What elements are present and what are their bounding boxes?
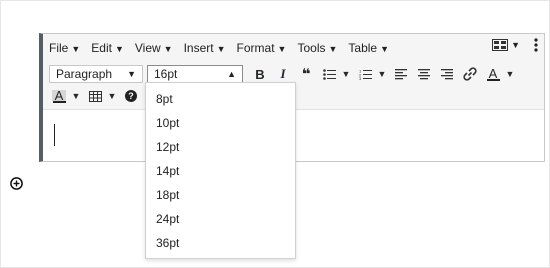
font-size-option[interactable]: 14pt [146, 159, 295, 183]
chevron-down-icon[interactable]: ▼ [340, 64, 352, 84]
help-glyph: ? [125, 90, 137, 102]
chevron-down-icon[interactable]: ▼ [504, 64, 516, 84]
table-grid-icon [492, 39, 509, 51]
chevron-down-icon: ▼ [114, 44, 124, 54]
chevron-down-icon[interactable]: ▼ [70, 86, 82, 106]
link-icon[interactable] [460, 64, 480, 84]
menu-tools[interactable]: Tools ▼ [297, 41, 337, 55]
font-size-option[interactable]: 8pt [146, 87, 295, 111]
chevron-up-icon: ▲ [227, 69, 236, 79]
menu-right: ▼ [492, 38, 538, 52]
italic-icon[interactable]: I [273, 64, 293, 84]
svg-text:3: 3 [359, 76, 362, 80]
numbered-list-icon[interactable]: 123 [355, 64, 375, 84]
text-color-icon[interactable]: A [483, 64, 503, 84]
align-right-icon[interactable] [437, 64, 457, 84]
bold-icon[interactable]: B [250, 64, 270, 84]
chevron-down-icon[interactable]: ▼ [376, 64, 388, 84]
kebab-icon[interactable] [534, 38, 538, 52]
text-cursor [54, 124, 55, 146]
chevron-down-icon: ▼ [216, 44, 226, 54]
chevron-down-icon: ▼ [380, 44, 390, 54]
menu-insert[interactable]: Insert ▼ [184, 41, 226, 55]
chevron-down-icon[interactable]: ▼ [106, 86, 118, 106]
help-icon[interactable]: ? [121, 86, 141, 106]
toolbar-row-2: A ▼ ▼ ? [49, 86, 141, 106]
chevron-down-icon: ▼ [163, 44, 173, 54]
format-select-value: Paragraph [56, 67, 113, 81]
menu-file[interactable]: File ▼ [49, 41, 80, 55]
font-size-dropdown: 8pt 10pt 12pt 14pt 18pt 24pt 36pt [145, 82, 296, 259]
background-color-icon[interactable]: A [49, 86, 69, 106]
text-color-glyph: A [488, 65, 498, 81]
chevron-down-icon: ▼ [328, 44, 338, 54]
align-center-icon[interactable] [414, 64, 434, 84]
bullet-list-icon[interactable] [319, 64, 339, 84]
text-color-swatch [486, 78, 500, 81]
font-size-select[interactable]: 16pt ▲ [147, 65, 243, 83]
menubar: File ▼ Edit ▼ View ▼ Insert ▼ Format ▼ Tools ▼… [49, 39, 400, 57]
font-size-option[interactable]: 18pt [146, 183, 295, 207]
bg-color-swatch [52, 100, 66, 103]
menu-table[interactable]: Table ▼ [348, 41, 389, 55]
chevron-down-icon: ▼ [511, 40, 520, 50]
font-size-select-value: 16pt [154, 67, 178, 81]
font-size-option[interactable]: 12pt [146, 135, 295, 159]
font-size-option[interactable]: 10pt [146, 111, 295, 135]
blockquote-icon[interactable]: ❝ [296, 64, 316, 84]
format-select[interactable]: Paragraph ▼ [49, 65, 143, 83]
menu-view[interactable]: View ▼ [135, 41, 173, 55]
toolbar-row-1: Paragraph ▼ 16pt ▲ B I ❝ ▼ 123 ▼ A ▼ [49, 64, 516, 84]
chevron-down-icon: ▼ [71, 44, 81, 54]
font-size-option[interactable]: 36pt [146, 231, 295, 255]
menu-format[interactable]: Format ▼ [237, 41, 287, 55]
bg-color-glyph: A [51, 89, 67, 102]
menu-edit[interactable]: Edit ▼ [91, 41, 124, 55]
chevron-down-icon: ▼ [277, 44, 287, 54]
align-left-icon[interactable] [391, 64, 411, 84]
font-size-option[interactable]: 24pt [146, 207, 295, 231]
convert-to-blocks-button[interactable]: ▼ [492, 39, 520, 51]
table-icon[interactable] [85, 86, 105, 106]
plus-circle-icon[interactable] [10, 177, 23, 190]
chevron-down-icon: ▼ [127, 69, 136, 79]
